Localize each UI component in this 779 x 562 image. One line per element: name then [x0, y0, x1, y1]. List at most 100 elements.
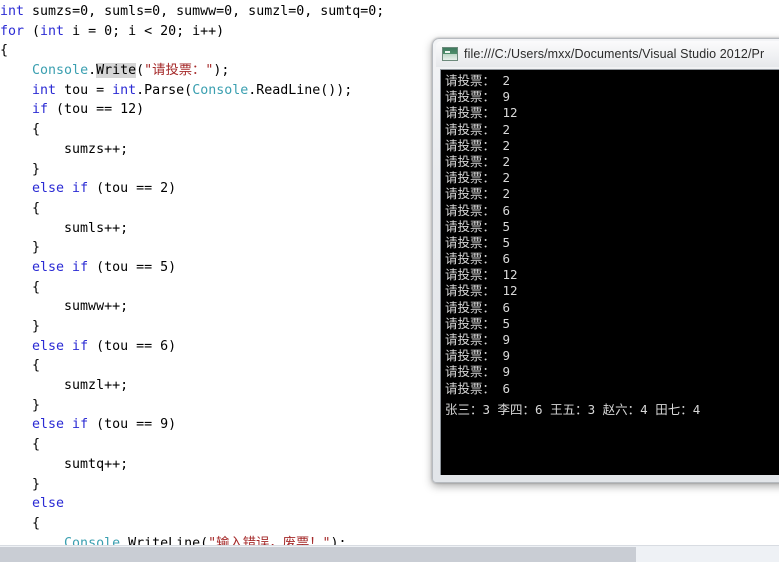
code-token: "请投票："	[144, 63, 214, 79]
code-line: int tou = int.Parse(Console.ReadLine());	[0, 81, 384, 101]
code-line: {	[0, 435, 384, 455]
code-line: else if (tou == 5)	[0, 258, 384, 278]
console-vote-line: 请投票： 9	[445, 348, 511, 364]
console-summary-line: 张三：3 李四：6 王五：3 赵六：4 田七：4	[445, 401, 701, 417]
console-vote-line: 请投票： 9	[445, 332, 511, 347]
code-token: {	[0, 515, 41, 531]
code-token: }	[0, 397, 41, 413]
code-token: }	[0, 319, 41, 334]
code-token: }	[0, 240, 41, 256]
code-token: else if	[32, 259, 89, 275]
code-line: }	[0, 475, 384, 495]
console-vote-line: 请投票： 12	[445, 267, 518, 283]
code-token: int	[0, 4, 25, 19]
console-vote-line: 请投票： 9	[445, 89, 511, 105]
scrollbar-gap	[636, 547, 640, 562]
code-token: "输入错误，废票！"	[208, 535, 331, 545]
code-line: Console.Write("请投票：");	[0, 61, 384, 81]
console-vote-line: 请投票： 5	[445, 315, 511, 331]
console-vote-line: 请投票： 2	[445, 73, 511, 88]
code-line: else if (tou == 9)	[0, 415, 384, 435]
console-vote-line: 请投票： 2	[445, 170, 511, 186]
console-vote-line: 请投票： 12	[445, 283, 518, 299]
code-token: sumls++;	[0, 220, 129, 236]
scrollbar-thumb[interactable]	[0, 547, 636, 562]
code-token: for	[0, 23, 25, 39]
code-token: sumzs=0, sumls=0, sumww=0, sumzl=0, sumt…	[24, 4, 385, 19]
code-token: {	[0, 43, 9, 59]
code-line: {	[0, 199, 384, 219]
console-vote-line: 请投票： 2	[445, 153, 511, 169]
code-token: int	[40, 23, 65, 39]
console-vote-line: 请投票： 2	[445, 137, 511, 153]
code-line: for (int i = 0; i < 20; i++)	[0, 22, 384, 42]
console-vote-line: 请投票： 9	[445, 364, 511, 380]
console-vote-line: 请投票： 2	[445, 121, 511, 137]
console-vote-line: 请投票： 12	[445, 105, 518, 121]
console-vote-line: 请投票： 6	[445, 202, 511, 218]
code-token: else if	[32, 338, 89, 354]
code-token: );	[330, 535, 347, 545]
console-titlebar[interactable]: file:///C:/Users/mxx/Documents/Visual St…	[436, 41, 779, 67]
code-token: else	[32, 496, 65, 512]
code-token: int	[32, 82, 57, 98]
code-token: Console	[32, 63, 89, 79]
console-vote-line: 请投票： 6	[445, 251, 511, 267]
code-token: }	[0, 161, 41, 177]
code-line: {	[0, 278, 384, 298]
code-token: sumzs++;	[0, 141, 129, 157]
code-line: sumls++;	[0, 219, 384, 239]
code-token: else if	[32, 181, 89, 197]
code-token: (tou == 2)	[88, 181, 177, 197]
code-token: {	[0, 437, 41, 453]
console-vote-line: 请投票： 5	[445, 234, 511, 250]
code-line: }	[0, 160, 384, 180]
code-line: {	[0, 41, 384, 61]
code-token: );	[213, 63, 230, 79]
code-line: {	[0, 356, 384, 376]
code-token: .Parse(	[136, 82, 193, 98]
code-token: .	[88, 63, 97, 79]
code-token: (tou == 5)	[88, 259, 177, 275]
code-token: int	[112, 82, 137, 98]
code-token: {	[0, 358, 41, 374]
code-token: {	[0, 279, 41, 295]
code-token: else if	[32, 417, 89, 433]
code-line: }	[0, 396, 384, 416]
code-token: (tou == 6)	[88, 338, 177, 354]
code-token: (tou == 12)	[48, 102, 145, 118]
console-window[interactable]: file:///C:/Users/mxx/Documents/Visual St…	[432, 38, 779, 483]
code-line: sumtq++;	[0, 455, 384, 475]
editor-horizontal-scrollbar[interactable]	[0, 545, 779, 562]
console-output-area[interactable]: 请投票： 2 请投票： 9 请投票： 12 请投票： 2 请投票： 2 请投票： 2 请投票…	[440, 69, 779, 475]
code-line: }	[0, 238, 384, 258]
code-line: else if (tou == 6)	[0, 337, 384, 357]
console-vote-line: 请投票： 2	[445, 186, 511, 202]
code-token: i = 0; i < 20; i++)	[64, 23, 225, 39]
console-output-text: 请投票： 2 请投票： 9 请投票： 12 请投票： 2 请投票： 2 请投票： 2 请投票…	[441, 70, 779, 418]
code-token: .ReadLine());	[248, 82, 353, 98]
code-line: Console.WriteLine("输入错误，废票！");	[0, 534, 384, 545]
console-icon	[442, 47, 458, 61]
code-text[interactable]: int sumzs=0, sumls=0, sumww=0, sumzl=0, …	[0, 0, 384, 545]
code-token: }	[0, 476, 41, 492]
code-line: sumzs++;	[0, 140, 384, 160]
code-line: {	[0, 514, 384, 534]
console-vote-line: 请投票： 6	[445, 299, 511, 315]
code-token: {	[0, 122, 41, 138]
code-token: sumzl++;	[0, 378, 129, 394]
console-vote-line: 请投票： 5	[445, 218, 511, 234]
code-token: Console	[64, 535, 121, 545]
code-token: sumtq++;	[0, 456, 129, 472]
code-line: int sumzs=0, sumls=0, sumww=0, sumzl=0, …	[0, 2, 384, 22]
code-token: {	[0, 200, 41, 216]
code-line: if (tou == 12)	[0, 100, 384, 120]
